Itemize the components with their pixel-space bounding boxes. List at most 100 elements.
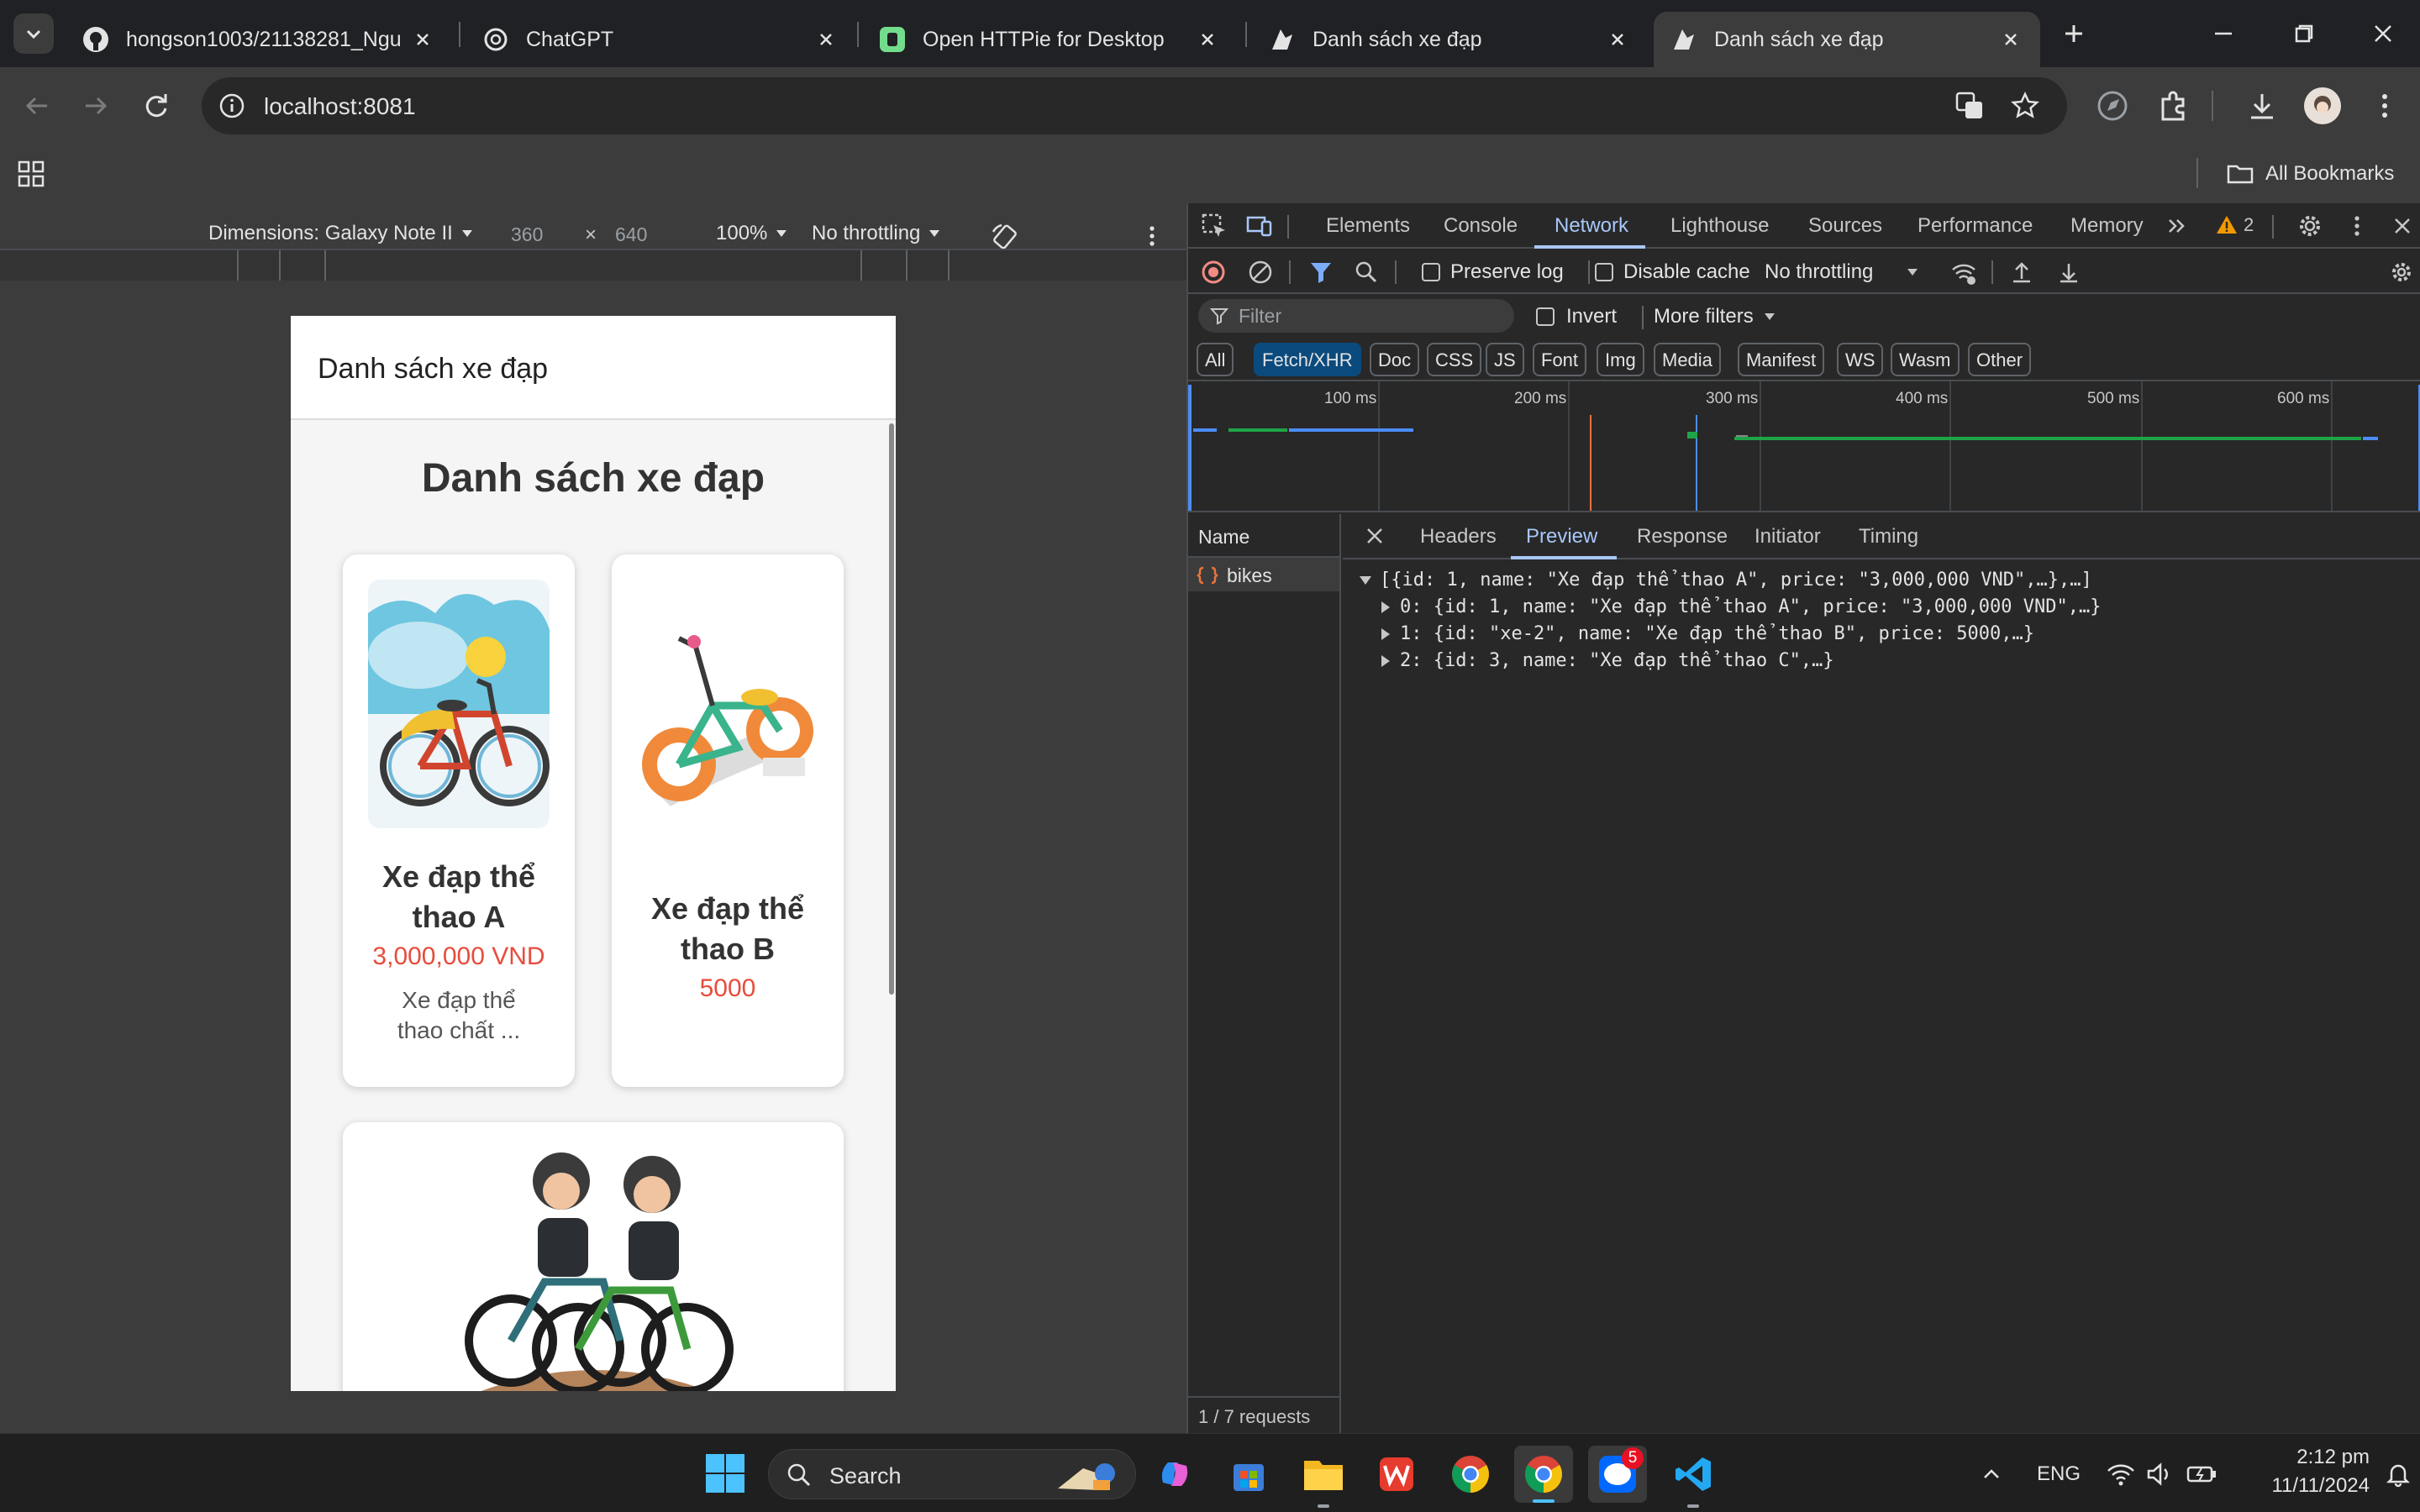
copilot-icon[interactable] <box>1155 1454 1195 1494</box>
menu-kebab-icon[interactable] <box>2366 87 2403 124</box>
chip-media[interactable]: Media <box>1654 343 1721 376</box>
tab-chatgpt[interactable]: ChatGPT <box>466 12 855 67</box>
restore-icon[interactable] <box>2287 17 2321 50</box>
page-scrollbar[interactable] <box>889 423 894 995</box>
close-icon[interactable] <box>813 27 839 52</box>
bike-card[interactable]: Xe đạp thể thao B 5000 <box>612 554 844 1087</box>
settings-gear-icon[interactable] <box>2296 212 2324 240</box>
tab-response[interactable]: Response <box>1637 514 1728 559</box>
request-row[interactable]: bikes <box>1188 558 1339 591</box>
profile-avatar[interactable] <box>2304 87 2341 124</box>
device-toggle-icon[interactable] <box>1245 212 1274 240</box>
tab-memory[interactable]: Memory <box>2070 203 2144 249</box>
device-options-icon[interactable] <box>1138 222 1166 250</box>
notification-bell-icon[interactable] <box>2385 1461 2412 1488</box>
new-tab-icon[interactable] <box>2057 17 2091 50</box>
close-icon[interactable] <box>410 27 435 52</box>
tab-bike-list-1[interactable]: Danh sách xe đạp <box>1252 12 1647 67</box>
search-icon[interactable] <box>1353 259 1380 286</box>
emulated-page[interactable]: Danh sách xe đạp Danh sách xe đạp Xe đạp… <box>291 316 896 1391</box>
tab-network[interactable]: Network <box>1555 203 1628 249</box>
tab-initiator[interactable]: Initiator <box>1754 514 1821 559</box>
all-bookmarks-button[interactable]: All Bookmarks <box>2225 156 2394 192</box>
tree-row-root[interactable]: [{id: 1, name: "Xe đạp thể thao A", pric… <box>1358 570 2092 591</box>
width-input[interactable]: 360 <box>511 223 543 246</box>
bike-card[interactable] <box>343 1122 844 1391</box>
export-har-icon[interactable] <box>2055 259 2082 286</box>
preserve-log-checkbox[interactable]: Preserve log <box>1422 260 1564 284</box>
battery-icon[interactable] <box>2185 1459 2218 1489</box>
chip-fetch-xhr[interactable]: Fetch/XHR <box>1254 343 1361 376</box>
tree-row-item[interactable]: 2: {id: 3, name: "Xe đạp thể thao C",…} <box>1378 650 1834 671</box>
windows-start-icon[interactable] <box>704 1452 746 1494</box>
tab-timing[interactable]: Timing <box>1859 514 1918 559</box>
network-conditions-icon[interactable] <box>1949 259 1978 287</box>
chip-wasm[interactable]: Wasm <box>1891 343 1960 376</box>
tree-row-item[interactable]: 0: {id: 1, name: "Xe đạp thể thao A", pr… <box>1378 596 2101 617</box>
extensions-icon[interactable] <box>2154 87 2191 124</box>
inspect-element-icon[interactable] <box>1200 212 1228 240</box>
network-settings-icon[interactable] <box>2388 259 2415 286</box>
zoom-select[interactable]: 100% <box>716 222 789 245</box>
minimize-icon[interactable] <box>2207 17 2240 50</box>
clock-time[interactable]: 2:12 pm <box>2269 1446 2370 1469</box>
tab-preview[interactable]: Preview <box>1526 514 1597 559</box>
chip-img[interactable]: Img <box>1597 343 1644 376</box>
extension-compass-icon[interactable] <box>2094 87 2131 124</box>
tab-httpie[interactable]: Open HTTPie for Desktop <box>862 12 1237 67</box>
translate-icon[interactable] <box>1954 91 1985 121</box>
tab-performance[interactable]: Performance <box>1918 203 2033 249</box>
close-icon[interactable] <box>1195 27 1220 52</box>
tab-headers[interactable]: Headers <box>1420 514 1497 559</box>
close-devtools-icon[interactable] <box>2388 212 2417 240</box>
chrome-profile-app[interactable] <box>1514 1446 1573 1503</box>
chip-js[interactable]: JS <box>1486 343 1524 376</box>
disable-cache-checkbox[interactable]: Disable cache <box>1595 260 1750 284</box>
chip-manifest[interactable]: Manifest <box>1738 343 1825 376</box>
height-input[interactable]: 640 <box>615 223 647 246</box>
bike-card[interactable]: Xe đạp thể thao A 3,000,000 VND Xe đạp t… <box>343 554 575 1087</box>
taskbar-search[interactable]: Search <box>768 1449 1136 1499</box>
close-icon[interactable] <box>1998 27 2023 52</box>
warnings-badge[interactable]: 2 <box>2215 213 2254 237</box>
star-icon[interactable] <box>2010 91 2040 121</box>
vscode-icon[interactable] <box>1674 1454 1714 1494</box>
device-throttling-select[interactable]: No throttling <box>812 222 942 245</box>
tab-sources[interactable]: Sources <box>1808 203 1882 249</box>
timeline-handle-left[interactable] <box>1188 385 1192 511</box>
close-details-icon[interactable] <box>1363 524 1386 548</box>
forward-icon[interactable] <box>77 87 114 124</box>
close-icon[interactable] <box>1605 27 1630 52</box>
invert-checkbox[interactable]: Invert <box>1536 305 1617 328</box>
wifi-icon[interactable] <box>2106 1459 2136 1489</box>
back-icon[interactable] <box>18 87 55 124</box>
devtools-menu-icon[interactable] <box>2343 212 2371 240</box>
tab-elements[interactable]: Elements <box>1326 203 1410 249</box>
download-icon[interactable] <box>2244 87 2281 124</box>
dimensions-select[interactable]: Dimensions: Galaxy Note II <box>208 222 475 245</box>
reload-icon[interactable] <box>138 87 175 124</box>
file-explorer-icon[interactable] <box>1302 1454 1344 1494</box>
chip-font[interactable]: Font <box>1533 343 1587 376</box>
chip-css[interactable]: CSS <box>1427 343 1482 376</box>
chrome-icon[interactable] <box>1450 1454 1491 1494</box>
tab-lighthouse[interactable]: Lighthouse <box>1670 203 1769 249</box>
name-column-header[interactable]: Name <box>1188 514 1339 558</box>
chip-all[interactable]: All <box>1197 343 1234 376</box>
clear-icon[interactable] <box>1247 259 1274 286</box>
chip-doc[interactable]: Doc <box>1370 343 1420 376</box>
tab-console[interactable]: Console <box>1444 203 1518 249</box>
wps-office-icon[interactable] <box>1376 1454 1417 1494</box>
network-throttling-select[interactable]: No throttling <box>1765 260 1920 284</box>
address-bar[interactable]: localhost:8081 <box>202 77 2067 134</box>
import-har-icon[interactable] <box>2008 259 2035 286</box>
tab-search-button[interactable] <box>13 13 54 54</box>
chip-ws[interactable]: WS <box>1837 343 1884 376</box>
more-tabs-icon[interactable] <box>2165 213 2190 239</box>
apps-grid-icon[interactable] <box>17 160 45 188</box>
microsoft-store-icon[interactable] <box>1228 1454 1269 1494</box>
site-info-icon[interactable] <box>217 91 247 121</box>
more-filters-select[interactable]: More filters <box>1654 305 1777 328</box>
chip-other[interactable]: Other <box>1968 343 2032 376</box>
tree-row-item[interactable]: 1: {id: "xe-2", name: "Xe đạp thể thao B… <box>1378 623 2034 644</box>
